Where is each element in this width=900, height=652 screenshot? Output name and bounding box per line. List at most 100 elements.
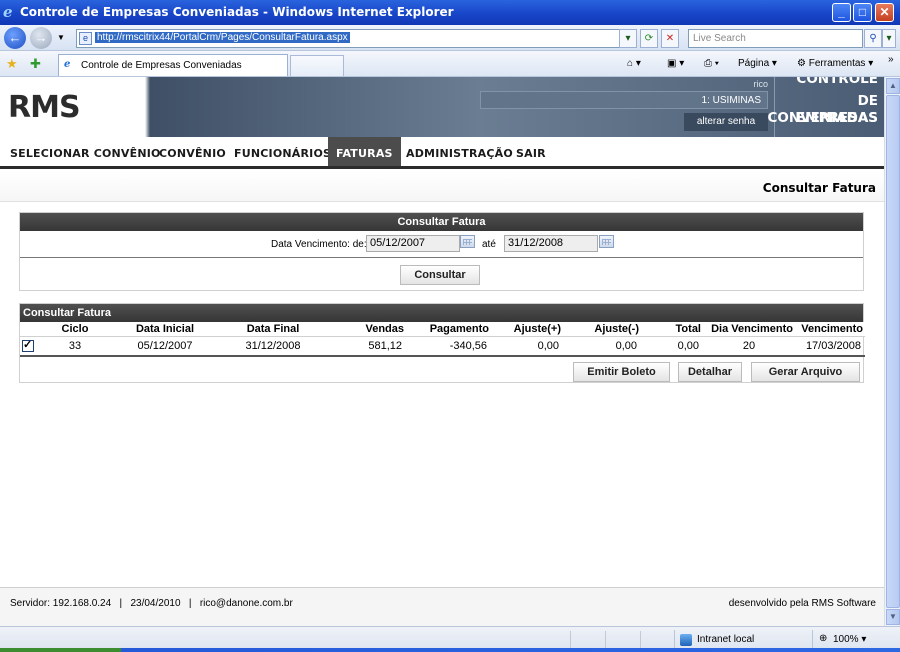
taskbar-strip: [0, 648, 900, 652]
until-label: até: [482, 239, 496, 250]
search-options-icon[interactable]: ▾: [882, 29, 896, 48]
col-header-ciclo[interactable]: Ciclo: [40, 322, 110, 337]
tools-menu[interactable]: ⚙ Ferramentas ▾: [797, 58, 873, 69]
close-window-button[interactable]: ✕: [875, 3, 894, 22]
menu-administracao[interactable]: ADMINISTRAÇÃO: [398, 137, 521, 166]
print-icon[interactable]: ⎙ ▾: [704, 58, 719, 69]
change-password-link[interactable]: alterar senha: [684, 113, 768, 131]
col-header-data-final[interactable]: Data Final: [220, 322, 326, 337]
window-titlebar: e Controle de Empresas Conveniadas - Win…: [0, 0, 900, 25]
rms-logo: RMS: [8, 90, 81, 125]
col-header-dia-vencimento[interactable]: Dia Vencimento: [703, 322, 795, 337]
table-header-row: Ciclo Data Inicial Data Final Vendas Pag…: [20, 322, 865, 337]
page-icon: e: [79, 32, 92, 45]
cell-vencimento: 17/03/2008: [795, 336, 865, 357]
address-url[interactable]: http://rmscitrix44/PortalCrm/Pages/Consu…: [95, 32, 350, 43]
date-to-input[interactable]: 31/12/2008: [504, 235, 598, 252]
results-table: Ciclo Data Inicial Data Final Vendas Pag…: [20, 322, 865, 357]
footer-email: rico@danone.com.br: [199, 598, 293, 609]
cell-data-final: 31/12/2008: [220, 336, 326, 357]
more-icon[interactable]: »: [888, 54, 894, 65]
gerar-arquivo-button[interactable]: Gerar Arquivo: [751, 362, 860, 382]
cell-pagamento: -340,56: [406, 336, 491, 357]
scroll-up-icon[interactable]: ▲: [886, 78, 900, 94]
cell-ajuste-menos: 0,00: [563, 336, 641, 357]
address-toolbar: ← → ▼ e http://rmscitrix44/PortalCrm/Pag…: [0, 25, 900, 51]
date-from-input[interactable]: 05/12/2007: [366, 235, 460, 252]
add-favorite-icon[interactable]: ✚: [30, 56, 41, 72]
row-checkbox[interactable]: [22, 338, 34, 352]
results-panel-title: Consultar Fatura: [20, 304, 863, 322]
col-header-ajuste-mais[interactable]: Ajuste(+): [491, 322, 563, 337]
zoom-icon: ⊕: [819, 633, 828, 644]
zoom-control[interactable]: ⊕ 100% ▾: [812, 630, 900, 650]
tab-ie-icon: e: [64, 59, 71, 70]
site-header: RMS rico 1: USIMINAS alterar senha CONTR…: [0, 77, 884, 137]
cell-ciclo: 33: [40, 336, 110, 357]
feeds-icon[interactable]: ▣ ▾: [667, 58, 684, 69]
menu-sair[interactable]: SAIR: [508, 137, 554, 166]
site-footer: Servidor: 192.168.0.24 | 23/04/2010 | ri…: [0, 587, 884, 626]
cell-vendas: 581,12: [326, 336, 406, 357]
search-input[interactable]: Live Search: [688, 29, 863, 48]
intranet-icon: [680, 634, 692, 646]
footer-date: 23/04/2010: [130, 598, 181, 609]
favorites-star-icon[interactable]: ★: [6, 56, 18, 72]
search-panel-title: Consultar Fatura: [20, 213, 863, 231]
footer-info: Servidor: 192.168.0.24 | 23/04/2010 | ri…: [10, 598, 293, 609]
menu-selecionar-convenio[interactable]: SELECIONAR CONVÊNIO: [2, 137, 169, 166]
cell-dia-vencimento: 20: [703, 336, 795, 357]
table-row[interactable]: 33 05/12/2007 31/12/2008 581,12 -340,56 …: [20, 336, 865, 357]
cell-total: 0,00: [641, 336, 703, 357]
col-header-pagamento[interactable]: Pagamento: [406, 322, 491, 337]
col-header-ajuste-menos[interactable]: Ajuste(-): [563, 322, 641, 337]
refresh-icon[interactable]: ⟳: [640, 29, 658, 48]
tabs-toolbar: ★ ✚ e Controle de Empresas Conveniadas ⌂…: [0, 51, 900, 77]
brand-title: CONTROLE DE EMPRESAS CONVENIADAS: [768, 77, 880, 137]
calendar-to-icon[interactable]: [599, 235, 614, 248]
calendar-from-icon[interactable]: [460, 235, 475, 248]
main-menu: SELECIONAR CONVÊNIO CONVÊNIO FUNCIONÁRIO…: [0, 137, 884, 169]
page-title-bar: Consultar Fatura: [0, 172, 884, 202]
col-header-data-inicial[interactable]: Data Inicial: [110, 322, 220, 337]
tab-label: Controle de Empresas Conveniadas: [81, 60, 242, 71]
emitir-boleto-button[interactable]: Emitir Boleto: [573, 362, 670, 382]
results-panel: Consultar Fatura Ciclo Data Inicial Data…: [19, 303, 865, 383]
scroll-down-icon[interactable]: ▼: [886, 609, 900, 625]
detalhar-button[interactable]: Detalhar: [678, 362, 742, 382]
stop-icon[interactable]: ✕: [661, 29, 679, 48]
col-header-vencimento[interactable]: Vencimento: [795, 322, 865, 337]
menu-faturas[interactable]: FATURAS: [328, 137, 401, 166]
company-select[interactable]: 1: USIMINAS: [480, 91, 768, 109]
cell-data-inicial: 05/12/2007: [110, 336, 220, 357]
ie-logo-icon: e: [3, 3, 13, 21]
scroll-thumb[interactable]: [886, 95, 900, 608]
forward-button[interactable]: →: [30, 27, 52, 49]
new-tab-button[interactable]: [290, 55, 344, 76]
back-button[interactable]: ←: [4, 27, 26, 49]
status-divider: [570, 631, 571, 649]
home-icon[interactable]: ⌂ ▾: [627, 58, 641, 69]
address-dropdown-icon[interactable]: ▾: [619, 29, 637, 48]
user-name: rico: [753, 79, 768, 89]
consultar-button[interactable]: Consultar: [400, 265, 480, 285]
footer-server: Servidor: 192.168.0.24: [10, 598, 112, 609]
recent-pages-dropdown-icon[interactable]: ▼: [57, 33, 65, 42]
page-menu[interactable]: Página ▾: [738, 58, 777, 69]
menu-funcionarios[interactable]: FUNCIONÁRIOS: [226, 137, 339, 166]
page-title: Consultar Fatura: [762, 181, 876, 195]
maximize-button[interactable]: □: [853, 3, 872, 22]
menu-convenio[interactable]: CONVÊNIO: [151, 137, 234, 166]
date-label: Data Vencimento: de:: [271, 239, 367, 250]
tab-controle-empresas[interactable]: e Controle de Empresas Conveniadas: [58, 54, 288, 76]
window-title: Controle de Empresas Conveniadas - Windo…: [20, 5, 454, 19]
minimize-button[interactable]: _: [832, 3, 851, 22]
search-row: Data Vencimento: de: 05/12/2007 até 31/1…: [20, 231, 863, 258]
col-header-vendas[interactable]: Vendas: [326, 322, 406, 337]
address-bar[interactable]: e http://rmscitrix44/PortalCrm/Pages/Con…: [76, 29, 636, 48]
col-header-total[interactable]: Total: [641, 322, 703, 337]
vertical-scrollbar[interactable]: ▲ ▼: [884, 77, 900, 626]
search-icon[interactable]: ⚲: [864, 29, 882, 48]
security-zone[interactable]: Intranet local: [674, 630, 774, 650]
cell-ajuste-mais: 0,00: [491, 336, 563, 357]
